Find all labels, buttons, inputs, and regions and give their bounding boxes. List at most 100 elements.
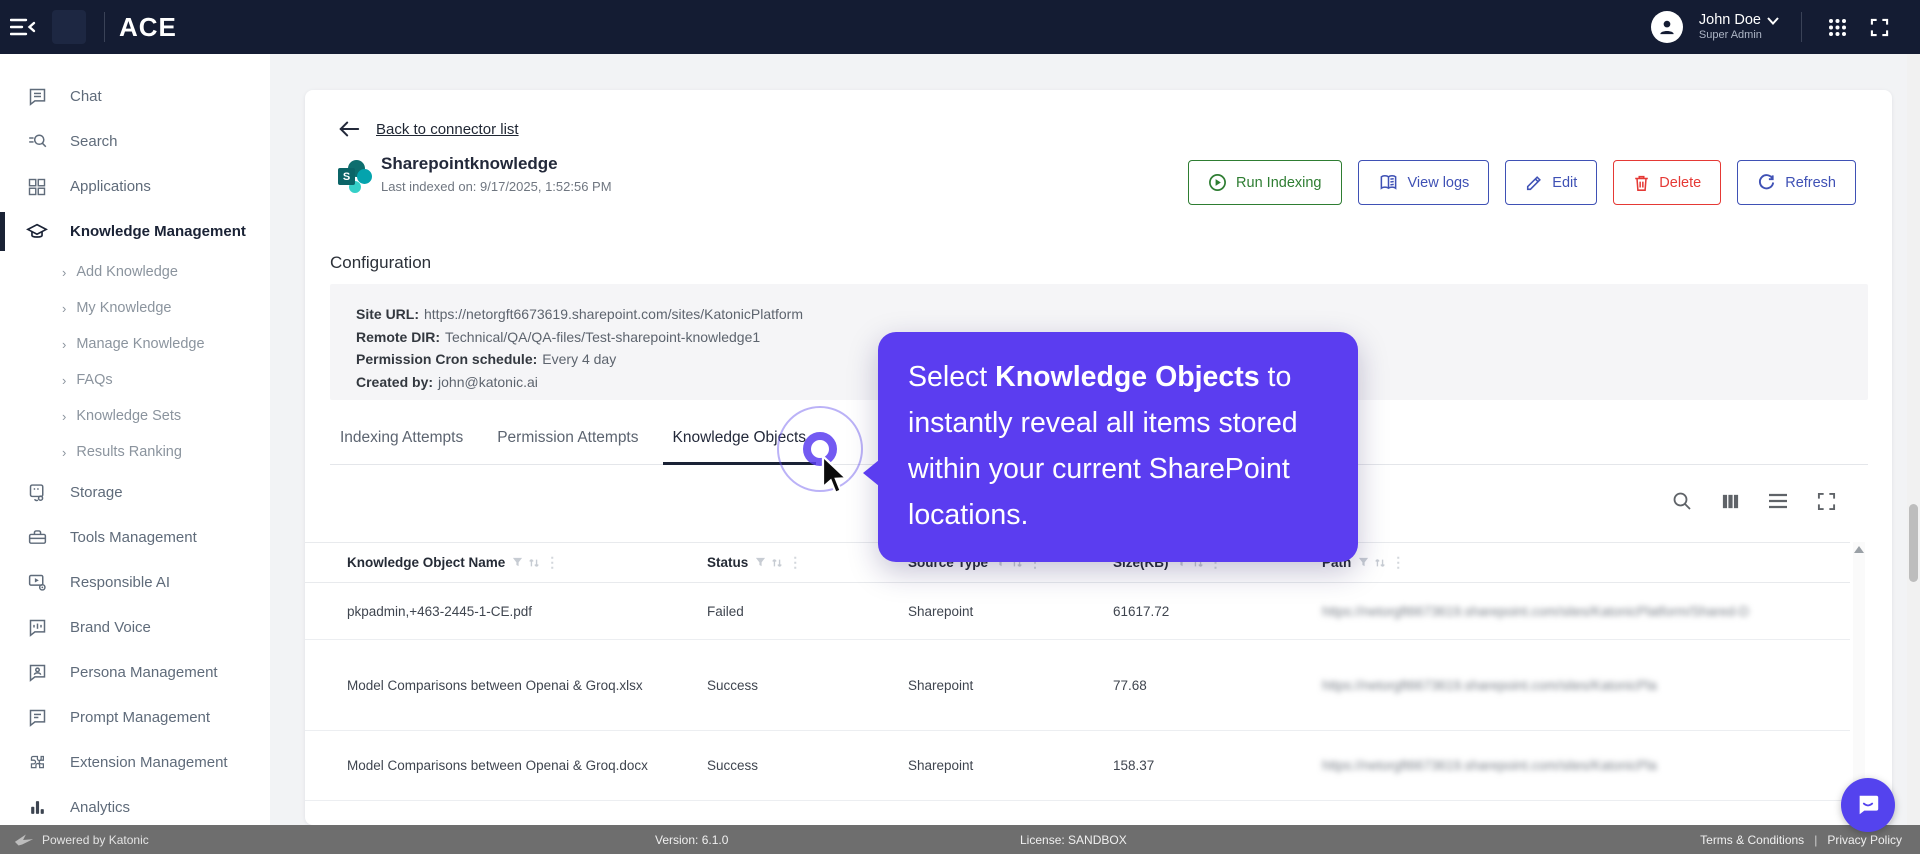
- table-row[interactable]: Model Comparisons between Openai & Groq.…: [305, 731, 1850, 801]
- column-header-name[interactable]: Knowledge Object Name ⋮: [347, 554, 707, 571]
- delete-label: Delete: [1659, 174, 1702, 191]
- topbar-divider: [104, 12, 105, 42]
- terms-link[interactable]: Terms & Conditions: [1700, 833, 1804, 847]
- sidebar-item-label: Persona Management: [70, 664, 218, 681]
- sidebar-item-chat[interactable]: Chat: [0, 74, 270, 119]
- sidebar-nav: Chat Search Applications Knowledge Manag…: [0, 54, 270, 825]
- sidebar-item-applications[interactable]: Applications: [0, 164, 270, 209]
- sidebar-item-storage[interactable]: Storage: [0, 470, 270, 515]
- book-icon: [1380, 174, 1396, 190]
- filter-funnel-icon: [513, 557, 523, 567]
- config-label: Remote DIR:: [356, 328, 441, 345]
- table-columns-icon[interactable]: [1719, 490, 1741, 512]
- last-indexed-text: Last indexed on: 9/17/2025, 1:52:56 PM: [381, 179, 612, 194]
- cell-path-obscured: https://netorgft6673619.sharepoint.com/s…: [1322, 677, 1657, 693]
- scroll-up-arrow-icon[interactable]: [1854, 546, 1864, 553]
- edit-button[interactable]: Edit: [1505, 160, 1598, 205]
- chat-launcher-button[interactable]: [1841, 778, 1895, 832]
- sidebar-item-label: Responsible AI: [70, 574, 171, 591]
- filter-sort-icons[interactable]: ⋮: [1358, 554, 1405, 571]
- storage-icon: [26, 482, 48, 504]
- config-label: Site URL:: [356, 306, 419, 322]
- sort-icon: [772, 558, 783, 567]
- tour-tooltip: Select Knowledge Objects to instantly re…: [863, 332, 1358, 562]
- back-to-connector-list[interactable]: Back to connector list: [338, 120, 519, 138]
- column-menu-icon[interactable]: ⋮: [1391, 554, 1405, 571]
- tooltip-arrow: [863, 460, 879, 486]
- sidebar-item-tools-management[interactable]: Tools Management: [0, 515, 270, 560]
- graduation-cap-icon: [26, 221, 48, 243]
- sidebar-subitem-my-knowledge[interactable]: › My Knowledge: [0, 290, 270, 326]
- chevron-right-icon: ›: [62, 300, 67, 316]
- user-avatar[interactable]: [1650, 11, 1683, 43]
- apps-grid-button[interactable]: [1824, 14, 1850, 40]
- sidebar-item-label: Storage: [70, 484, 123, 501]
- sidebar-item-responsible-ai[interactable]: Responsible AI: [0, 560, 270, 605]
- scrollbar-thumb[interactable]: [1909, 504, 1918, 582]
- run-indexing-button[interactable]: Run Indexing: [1188, 160, 1342, 205]
- window-scrollbar[interactable]: [1907, 54, 1920, 825]
- sidebar-item-label: Search: [70, 133, 118, 150]
- sidebar-item-analytics[interactable]: Analytics: [0, 785, 270, 825]
- sidebar-item-prompt-management[interactable]: Prompt Management: [0, 695, 270, 740]
- table-row[interactable]: pkpadmin,+463-2445-1-CE.pdf Failed Share…: [305, 583, 1850, 640]
- column-menu-icon[interactable]: ⋮: [788, 554, 802, 571]
- sidebar-subitem-add-knowledge[interactable]: › Add Knowledge: [0, 254, 270, 290]
- cell-source-type: Sharepoint: [908, 603, 974, 619]
- sidebar-item-label: Chat: [70, 88, 102, 105]
- sort-icon: [529, 558, 540, 567]
- chevron-right-icon: ›: [62, 336, 67, 352]
- delete-button[interactable]: Delete: [1613, 160, 1722, 205]
- cell-status: Success: [707, 758, 759, 773]
- sidebar-subitem-faqs[interactable]: › FAQs: [0, 362, 270, 398]
- persona-bubble-icon: [26, 662, 48, 684]
- grid-dots-icon: [1828, 18, 1846, 36]
- edit-label: Edit: [1552, 174, 1578, 191]
- chevron-right-icon: ›: [62, 372, 67, 388]
- arrow-left-icon: [339, 121, 360, 137]
- app-footer: Powered by Katonic Version: 6.1.0 Licens…: [0, 825, 1920, 854]
- sidebar-subitem-knowledge-sets[interactable]: › Knowledge Sets: [0, 398, 270, 434]
- table-search-icon[interactable]: [1671, 490, 1693, 512]
- sidebar-item-persona-management[interactable]: Persona Management: [0, 650, 270, 695]
- column-header-path[interactable]: Path ⋮: [1322, 554, 1850, 571]
- filter-sort-icons[interactable]: ⋮: [755, 554, 802, 571]
- view-logs-button[interactable]: View logs: [1357, 160, 1490, 205]
- privacy-link[interactable]: Privacy Policy: [1827, 833, 1902, 847]
- user-name[interactable]: John Doe: [1699, 12, 1761, 29]
- configuration-heading: Configuration: [330, 253, 432, 272]
- sidebar-item-knowledge-management[interactable]: Knowledge Management: [0, 209, 270, 254]
- back-link-label[interactable]: Back to connector list: [376, 121, 519, 138]
- sidebar-item-brand-voice[interactable]: Brand Voice: [0, 605, 270, 650]
- table-density-icon[interactable]: [1767, 490, 1789, 512]
- tab-permission-attempts[interactable]: Permission Attempts: [487, 422, 648, 464]
- refresh-button[interactable]: Refresh: [1737, 160, 1856, 205]
- chevron-down-icon[interactable]: [1767, 16, 1779, 25]
- sidebar-subitem-manage-knowledge[interactable]: › Manage Knowledge: [0, 326, 270, 362]
- sidebar-item-extension-management[interactable]: Extension Management: [0, 740, 270, 785]
- version-text: Version: 6.1.0: [655, 832, 729, 847]
- table-fullscreen-icon[interactable]: [1815, 490, 1837, 512]
- cell-knowledge-object-name: Model Comparisons between Openai & Groq.…: [347, 677, 643, 693]
- chat-icon: [26, 86, 48, 108]
- tooltip-text-highlight: Knowledge Objects: [995, 361, 1260, 393]
- filter-sort-icons[interactable]: ⋮: [512, 554, 559, 571]
- column-menu-icon[interactable]: ⋮: [545, 554, 559, 571]
- column-label: Status: [707, 555, 749, 570]
- table-row[interactable]: Model Comparisons between Openai & Groq.…: [305, 640, 1850, 731]
- sidebar-item-label: Tools Management: [70, 529, 197, 546]
- sidebar-item-label: Applications: [70, 178, 151, 195]
- app-bar: ACE John Doe Super Admin: [0, 0, 1920, 54]
- fullscreen-button[interactable]: [1866, 14, 1892, 40]
- sidebar-subitem-results-ranking[interactable]: › Results Ranking: [0, 434, 270, 470]
- sidebar-item-search[interactable]: Search: [0, 119, 270, 164]
- tab-indexing-attempts[interactable]: Indexing Attempts: [330, 422, 473, 464]
- bar-chart-icon: [26, 797, 48, 819]
- sidebar-subitem-label: Add Knowledge: [76, 264, 178, 280]
- column-header-status[interactable]: Status ⋮: [707, 554, 908, 571]
- footer-separator: |: [1814, 832, 1818, 847]
- voice-bubble-icon: [26, 617, 48, 639]
- sharepoint-logo-icon: S: [338, 160, 372, 196]
- view-logs-label: View logs: [1407, 174, 1470, 191]
- sidebar-collapse-button[interactable]: [0, 0, 46, 54]
